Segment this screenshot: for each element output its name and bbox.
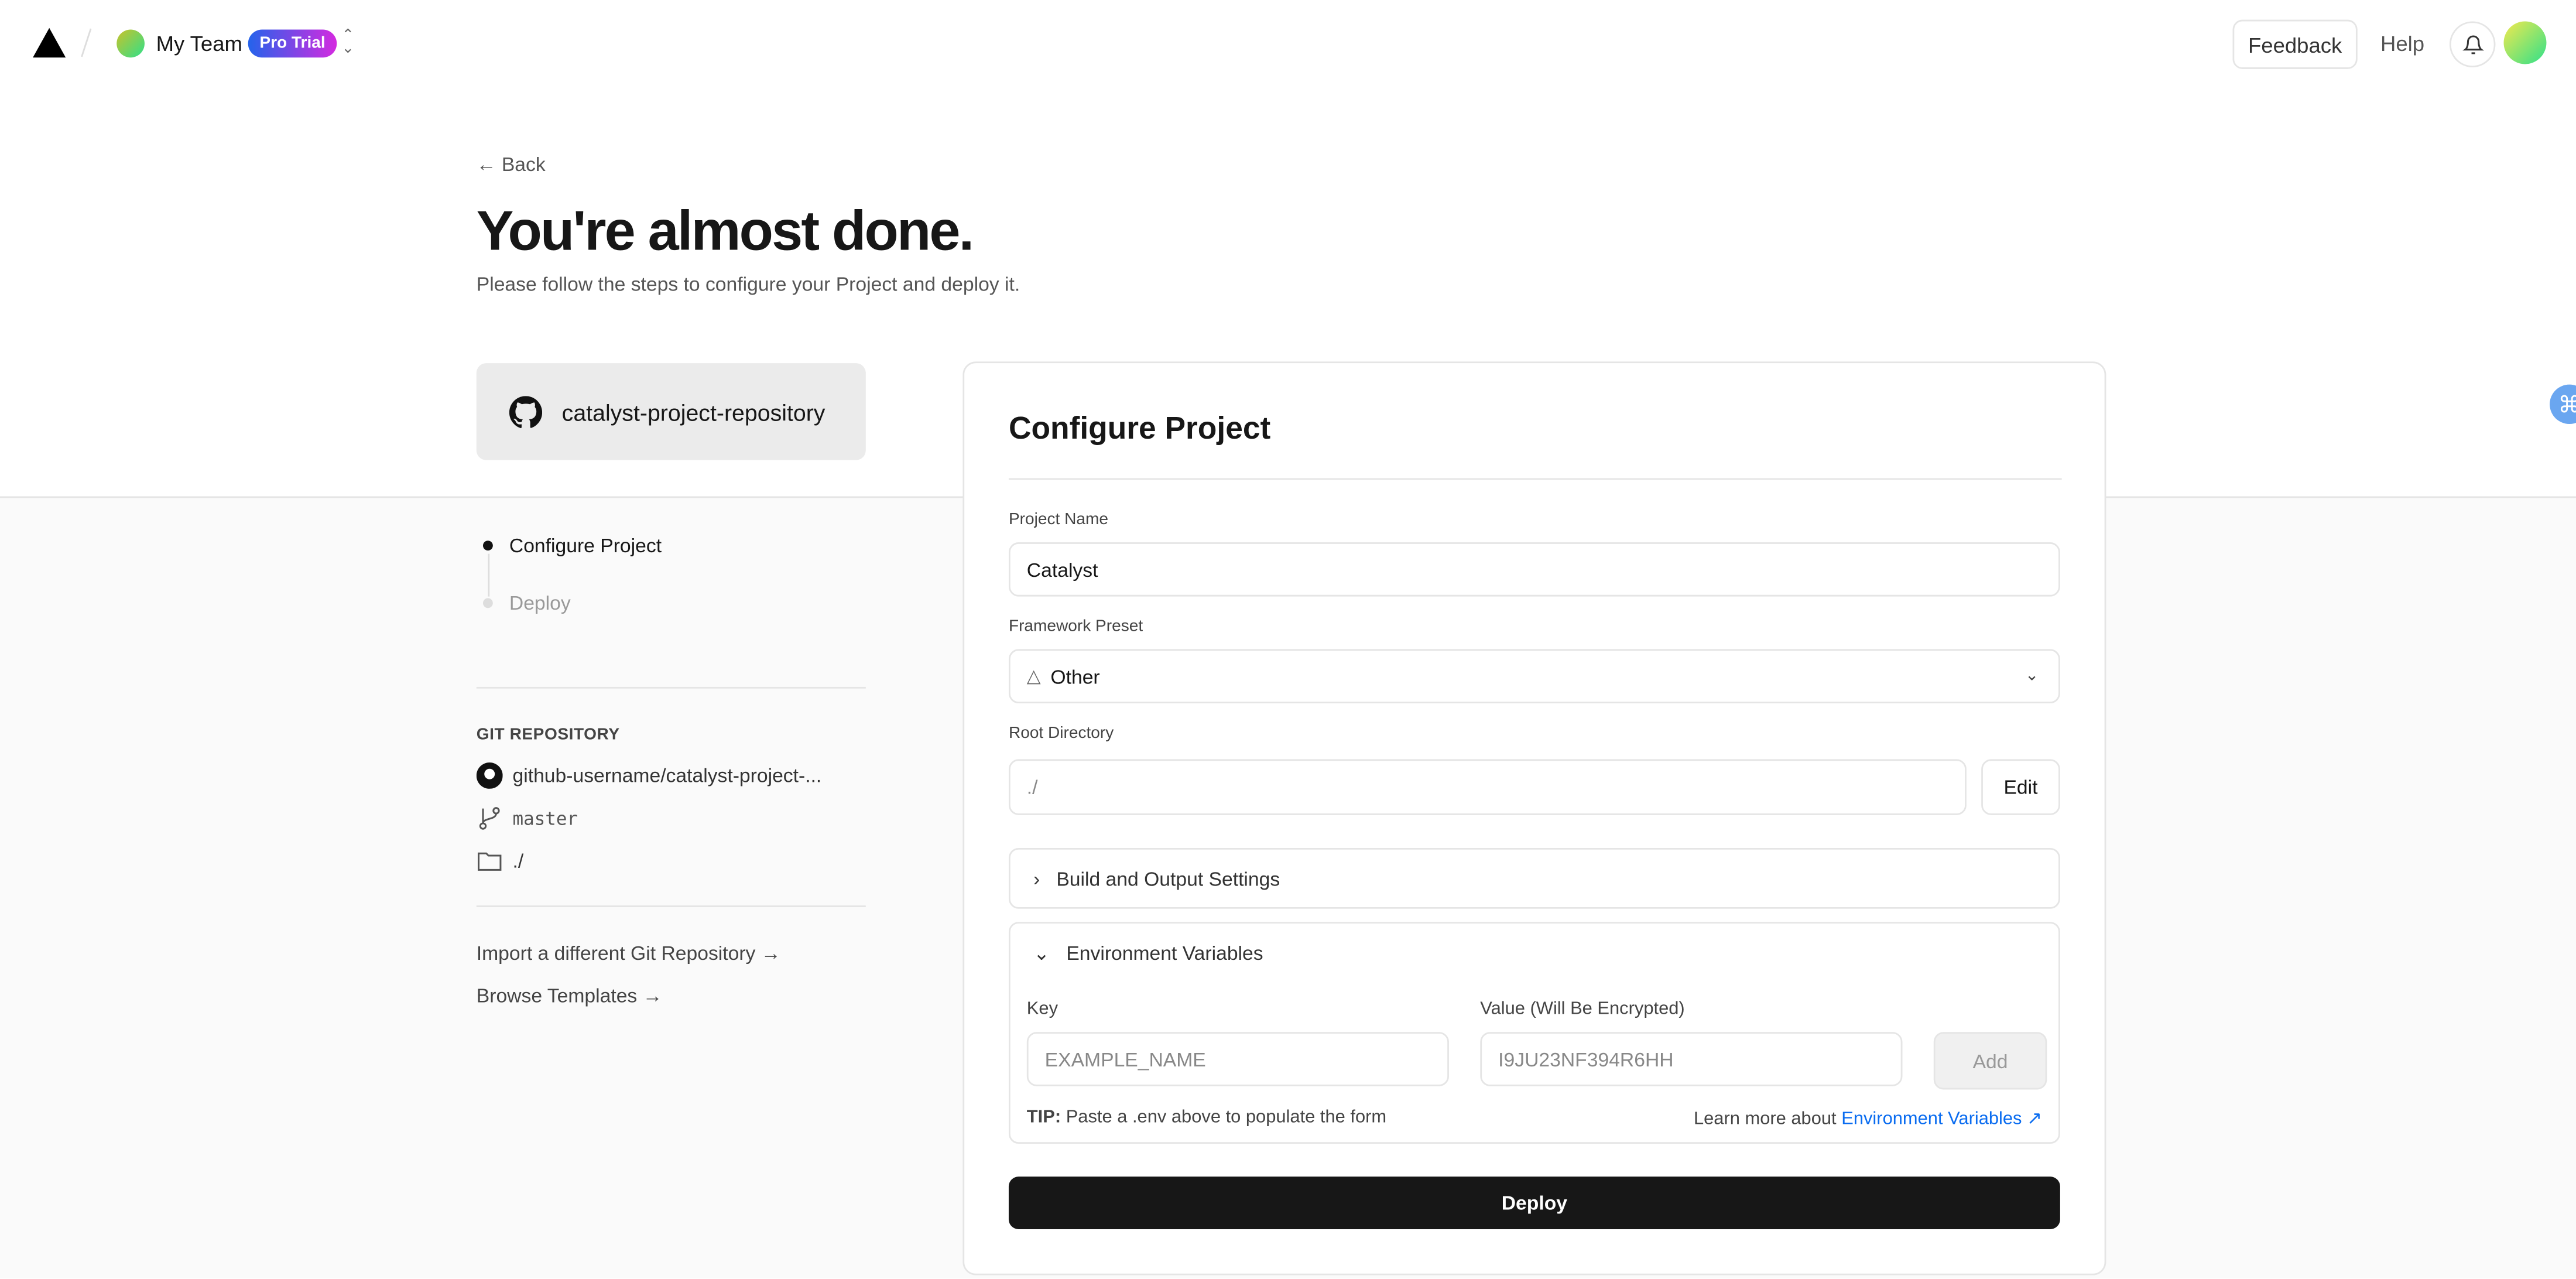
git-branch-row: master	[477, 797, 866, 840]
repository-card: catalyst-project-repository	[476, 363, 866, 460]
git-directory: ./	[512, 849, 524, 873]
step-inactive-dot	[482, 598, 493, 608]
command-menu-icon[interactable]: ⌘	[2550, 384, 2576, 424]
import-repo-link[interactable]: Import a different Git Repository →	[477, 942, 866, 965]
framework-value: Other	[1050, 665, 1100, 688]
tip-text: Paste a .env above to populate the form	[1066, 1107, 1387, 1127]
git-directory-row: ./	[477, 840, 866, 883]
root-directory-label: Root Directory	[1008, 724, 1114, 743]
git-heading: GIT REPOSITORY	[476, 726, 620, 745]
project-name-label: Project Name	[1008, 511, 1108, 529]
step-configure: Configure Project	[477, 529, 662, 562]
repository-name: catalyst-project-repository	[561, 398, 825, 425]
step-active-dot	[482, 541, 493, 551]
framework-other-icon: △	[1026, 667, 1041, 687]
notifications-bell-icon[interactable]	[2449, 21, 2496, 68]
root-directory-value: ./	[1026, 775, 1038, 799]
divider	[476, 905, 866, 907]
back-label: Back	[501, 152, 546, 176]
card-title: Configure Project	[1008, 412, 1271, 447]
env-value-input[interactable]: I9JU23NF394R6HH	[1480, 1032, 1903, 1086]
divider	[476, 686, 866, 689]
user-avatar[interactable]	[2503, 21, 2547, 64]
github-icon	[476, 762, 503, 789]
external-link-icon: ↗	[2027, 1109, 2042, 1129]
framework-label: Framework Preset	[1008, 618, 1143, 636]
chevron-down-icon: ⌄	[1033, 941, 1050, 965]
team-avatar[interactable]	[117, 29, 145, 58]
env-key-label: Key	[1026, 999, 1059, 1019]
build-settings-accordion[interactable]: › Build and Output Settings	[1008, 847, 2060, 909]
team-switcher-chevron-icon[interactable]: ⌃ ⌄	[342, 27, 354, 55]
page-title: You're almost done.	[476, 200, 974, 263]
learn-more-text: Learn more about	[1693, 1109, 1837, 1129]
step-label: Deploy	[509, 591, 571, 615]
env-key-input[interactable]: EXAMPLE_NAME	[1026, 1032, 1449, 1086]
divider	[1008, 478, 2062, 480]
project-name-input[interactable]: Catalyst	[1008, 542, 2060, 597]
page: My Team Pro Trial ⌃ ⌄ Feedback Help ← Bac…	[0, 0, 2576, 1279]
env-vars-title: Environment Variables	[1066, 941, 1263, 965]
git-repo-row[interactable]: github-username/catalyst-project-...	[476, 754, 866, 797]
env-vars-section: ⌄ Environment Variables Key Value (Will B…	[1008, 922, 2060, 1144]
git-branch-icon	[479, 807, 500, 830]
github-icon	[509, 395, 543, 428]
logo-icon[interactable]	[33, 28, 66, 58]
step-connector	[488, 553, 490, 597]
env-key-placeholder: EXAMPLE_NAME	[1044, 1047, 1206, 1071]
back-link[interactable]: ← Back	[477, 153, 546, 176]
env-add-button[interactable]: Add	[1933, 1032, 2047, 1090]
page-subtitle: Please follow the steps to configure you…	[476, 272, 1020, 296]
team-name[interactable]: My Team	[156, 31, 242, 56]
env-learn-more: Learn more about Environment Variables ↗	[1693, 1107, 2042, 1129]
env-docs-link-label: Environment Variables	[1841, 1109, 2022, 1129]
build-settings-label: Build and Output Settings	[1056, 867, 1280, 891]
steps-list: Configure Project Deploy	[477, 529, 662, 620]
edit-root-button[interactable]: Edit	[1981, 759, 2060, 815]
env-value-placeholder: I9JU23NF394R6HH	[1498, 1047, 1674, 1071]
configure-project-card: Configure Project Project Name Catalyst …	[962, 361, 2106, 1275]
env-vars-toggle[interactable]: ⌄ Environment Variables	[1010, 924, 2058, 983]
git-branch: master	[512, 808, 578, 829]
git-sidebar: GIT REPOSITORY github-username/catalyst-…	[476, 686, 866, 1007]
top-bar: My Team Pro Trial ⌃ ⌄ Feedback Help	[0, 0, 2576, 86]
git-repo-name: github-username/catalyst-project-...	[512, 764, 822, 788]
step-deploy: Deploy	[477, 587, 662, 620]
plan-badge: Pro Trial	[248, 29, 337, 58]
help-link[interactable]: Help	[2380, 31, 2424, 56]
folder-icon	[478, 852, 502, 871]
env-docs-link[interactable]: Environment Variables ↗	[1841, 1109, 2042, 1129]
chevron-down-icon: ⌄	[2025, 667, 2039, 686]
divider	[81, 28, 92, 57]
chevron-right-icon: ›	[1033, 867, 1040, 891]
framework-select[interactable]: △ Other ⌄	[1008, 649, 2060, 704]
root-directory-input[interactable]: ./	[1008, 759, 1967, 815]
tip-label: TIP:	[1026, 1107, 1061, 1127]
step-label: Configure Project	[509, 534, 662, 558]
feedback-button[interactable]: Feedback	[2232, 19, 2358, 69]
deploy-button[interactable]: Deploy	[1008, 1177, 2060, 1229]
browse-templates-link[interactable]: Browse Templates →	[477, 984, 866, 1007]
project-name-value: Catalyst	[1026, 558, 1098, 581]
env-value-label: Value (Will Be Encrypted)	[1480, 999, 1685, 1019]
env-tip: TIP: Paste a .env above to populate the …	[1027, 1107, 1386, 1127]
